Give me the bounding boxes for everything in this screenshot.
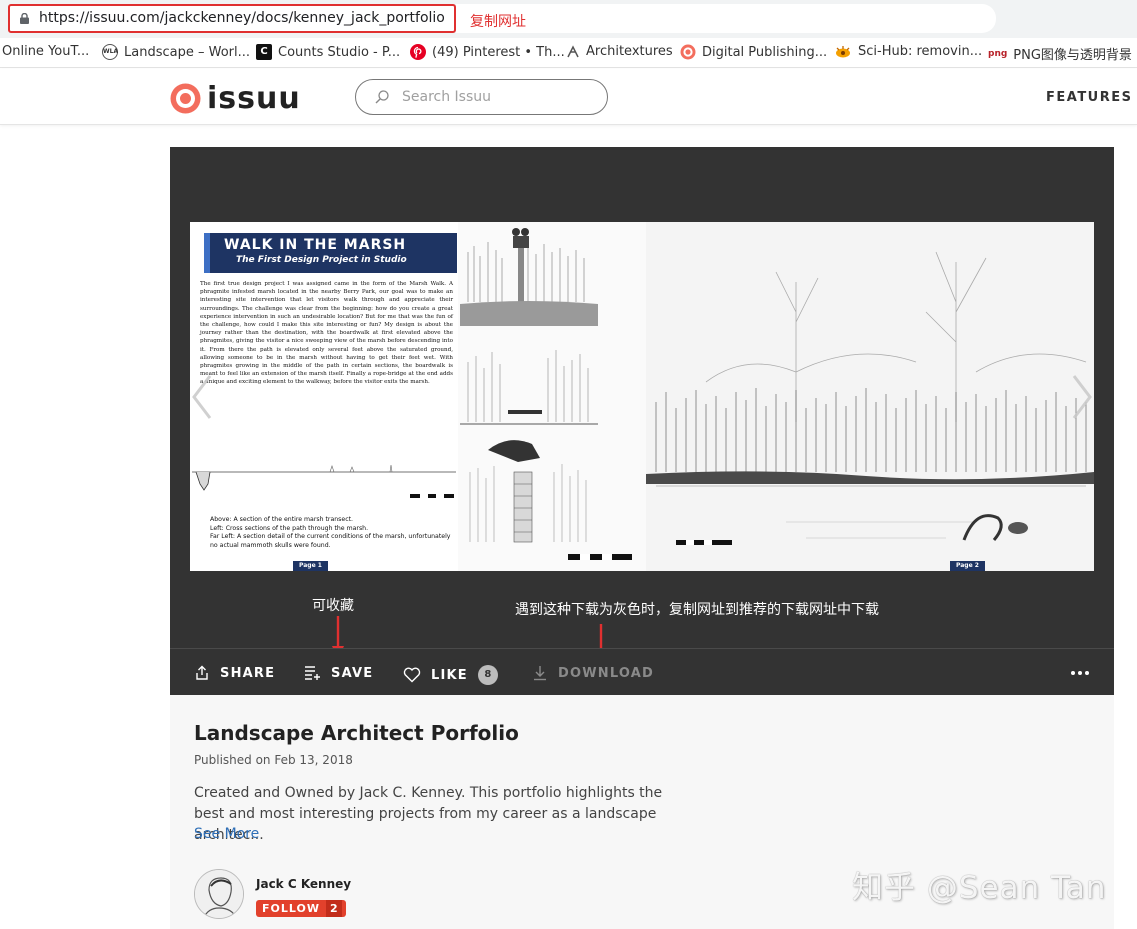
more-options-icon[interactable] <box>1070 663 1090 683</box>
caption-above: Above: A section of the entire marsh tra… <box>210 516 354 523</box>
logo-text: issuu <box>207 81 301 116</box>
issuu-logo-icon <box>170 83 201 114</box>
document-captions: Above: A section of the entire marsh tra… <box>210 516 460 550</box>
wla-icon: WLA <box>102 44 118 60</box>
annotation-save-note: 可收藏 <box>312 598 354 614</box>
features-menu[interactable]: FEATURES <box>1046 90 1137 105</box>
bookmark-label: Landscape – Worl... <box>124 44 251 60</box>
download-icon <box>534 666 546 681</box>
document-title-block: WALK IN THE MARSH The First Design Proje… <box>204 233 457 273</box>
search-input[interactable] <box>402 87 592 107</box>
share-label: SHARE <box>220 665 276 681</box>
next-page-icon[interactable] <box>1068 372 1096 422</box>
address-bar-extension <box>456 4 996 33</box>
follow-label: FOLLOW <box>262 902 320 915</box>
bookmark-pinterest[interactable]: (49) Pinterest • Th... <box>410 44 565 60</box>
page-1-tag: Page 1 <box>293 561 328 571</box>
bookmark-counts-studio[interactable]: C Counts Studio - P... <box>256 44 400 60</box>
publication-description: Created and Owned by Jack C. Kenney. Thi… <box>194 785 663 843</box>
bookmark-label: Online YouT... <box>2 44 90 59</box>
marsh-transect-sketch <box>192 464 456 498</box>
bookmark-digital-publishing[interactable]: Digital Publishing... <box>680 44 827 60</box>
share-icon <box>196 665 208 680</box>
bookmark-landscape-world[interactable]: WLA Landscape – Worl... <box>102 44 250 60</box>
search-box[interactable] <box>355 79 608 115</box>
save-label: SAVE <box>331 665 374 681</box>
annotation-copy-url: 复制网址 <box>470 14 526 30</box>
bookmark-label: (49) Pinterest • Th... <box>432 44 565 60</box>
bookmark-label: Architextures <box>586 44 673 59</box>
download-button[interactable]: DOWNLOAD <box>532 665 654 681</box>
previous-page-icon[interactable] <box>188 372 216 422</box>
document-body-text: The first true design project I was assi… <box>200 281 453 386</box>
features-label: FEATURES <box>1046 90 1133 105</box>
page-2-tag: Page 2 <box>950 561 985 571</box>
author-avatar[interactable] <box>194 869 244 919</box>
png-icon: png <box>988 48 1008 59</box>
author-name[interactable]: Jack C Kenney <box>256 877 351 891</box>
publication-date: Published on Feb 13, 2018 <box>194 753 353 767</box>
document-spread[interactable]: WALK IN THE MARSH The First Design Proje… <box>190 222 1094 571</box>
share-button[interactable]: SHARE <box>194 665 275 681</box>
annotation-download-note: 遇到这种下载为灰色时，复制网址到推荐的下载网址中下载 <box>515 602 879 618</box>
caption-left: Left: Cross sections of the path through… <box>210 524 369 532</box>
bookmark-png-images[interactable]: png PNG图像与透明背景 <box>988 44 1132 63</box>
bookmark-label: Sci-Hub: removin... <box>858 44 983 59</box>
architextures-icon <box>567 44 579 57</box>
marsh-section-drawing <box>646 222 1094 571</box>
heart-icon <box>403 667 421 683</box>
save-list-icon <box>305 666 320 680</box>
action-bar: SHARE SAVE LIKE 8 DOWNLOAD <box>170 648 1114 695</box>
issuu-logo[interactable]: issuu <box>170 81 301 116</box>
site-header: issuu FEATURES <box>0 69 1137 125</box>
issuu-favicon-icon <box>680 44 696 60</box>
url-text: https://issuu.com/jackckenney/docs/kenne… <box>39 10 445 26</box>
bookmarks-bar: Online YouT... WLA Landscape – Worl... C… <box>0 38 1137 68</box>
bookmark-sci-hub[interactable]: Sci-Hub: removin... <box>834 44 982 59</box>
cross-section-sketches <box>458 222 646 571</box>
address-bar[interactable]: https://issuu.com/jackckenney/docs/kenne… <box>8 4 456 33</box>
follow-button[interactable]: FOLLOW 2 <box>256 900 346 917</box>
follower-count: 2 <box>325 900 342 917</box>
sci-hub-icon <box>836 45 850 57</box>
bookmark-label: Digital Publishing... <box>702 44 828 60</box>
publication-title: Landscape Architect Porfolio <box>194 721 519 745</box>
bookmark-label: Counts Studio - P... <box>278 44 401 60</box>
like-label: LIKE <box>431 667 468 683</box>
counts-studio-icon: C <box>256 44 272 60</box>
search-icon <box>375 90 389 104</box>
zhihu-watermark: 知乎 @Sean Tan <box>852 870 1107 906</box>
author-portrait-icon <box>195 870 243 918</box>
see-more-link[interactable]: See More <box>194 826 259 842</box>
like-count-badge: 8 <box>477 665 498 685</box>
pinterest-icon <box>410 44 426 60</box>
bookmark-online-youtube[interactable]: Online YouT... <box>2 44 89 59</box>
bookmark-architextures[interactable]: Architextures <box>566 44 673 59</box>
bookmark-label: PNG图像与透明背景 <box>1013 48 1132 63</box>
download-label: DOWNLOAD <box>558 665 655 681</box>
document-subtitle: The First Design Project in Studio <box>236 255 407 265</box>
browser-address-row: https://issuu.com/jackckenney/docs/kenne… <box>0 0 1137 38</box>
lock-icon <box>20 13 29 24</box>
save-button[interactable]: SAVE <box>304 665 373 681</box>
like-button[interactable]: LIKE 8 <box>403 665 498 685</box>
caption-far-left: Far Left: A section detail of the curren… <box>210 533 451 549</box>
document-title: WALK IN THE MARSH <box>224 237 407 253</box>
